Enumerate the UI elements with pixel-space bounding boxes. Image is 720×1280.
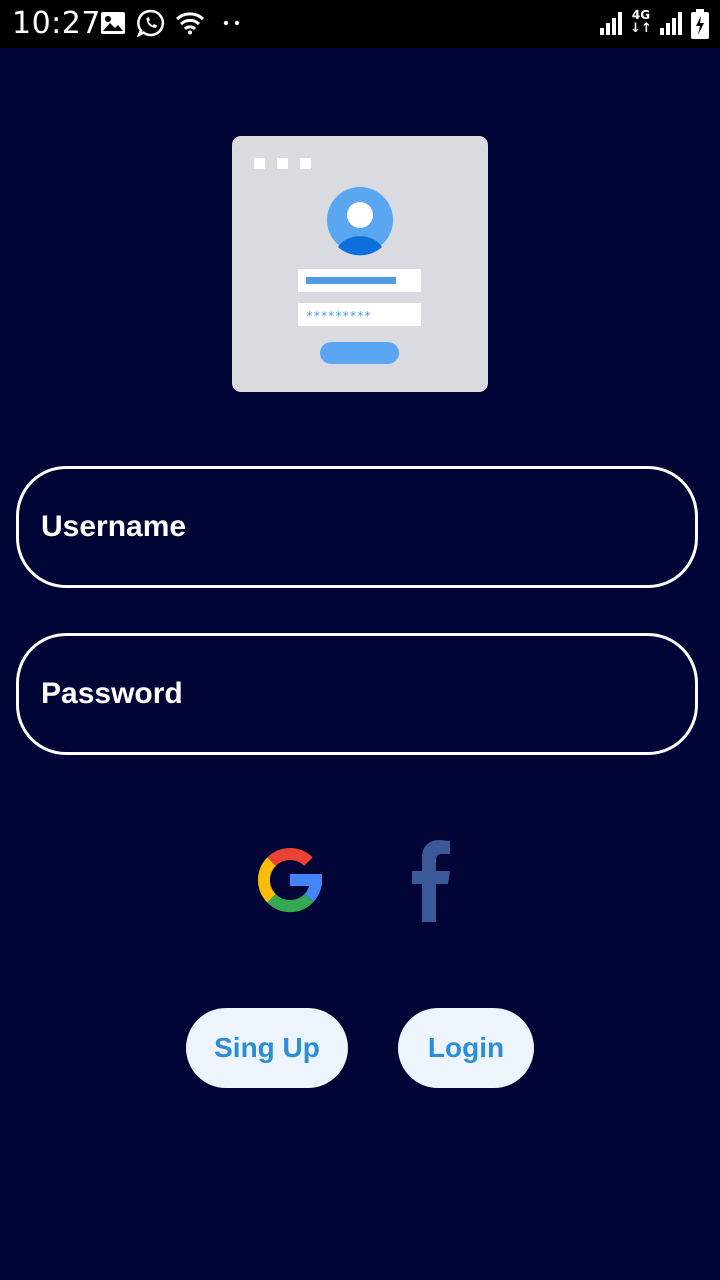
- login-illustration: *********: [232, 136, 488, 392]
- signal-icon: [600, 12, 622, 35]
- wifi-icon: [175, 12, 205, 35]
- password-input[interactable]: Password: [16, 633, 698, 755]
- username-input[interactable]: Username: [16, 466, 698, 588]
- gallery-icon: [101, 12, 125, 34]
- status-time: 10:27: [12, 6, 101, 41]
- more-dots-icon: [223, 20, 240, 26]
- google-icon[interactable]: [252, 842, 328, 918]
- battery-charging-icon: [691, 9, 709, 39]
- status-bar: 10:27 4G ↓↑: [0, 0, 720, 48]
- network-4g-icon: 4G ↓↑: [630, 8, 652, 36]
- login-screen: 10:27 4G ↓↑ ********* Username Password …: [0, 0, 720, 1280]
- password-mask: *********: [306, 309, 371, 323]
- signup-button[interactable]: Sing Up: [186, 1008, 348, 1088]
- password-label: Password: [41, 677, 183, 710]
- login-button[interactable]: Login: [398, 1008, 534, 1088]
- username-label: Username: [41, 510, 187, 543]
- facebook-icon[interactable]: [408, 838, 454, 922]
- signal-icon: [660, 12, 682, 35]
- whatsapp-icon: [137, 9, 165, 37]
